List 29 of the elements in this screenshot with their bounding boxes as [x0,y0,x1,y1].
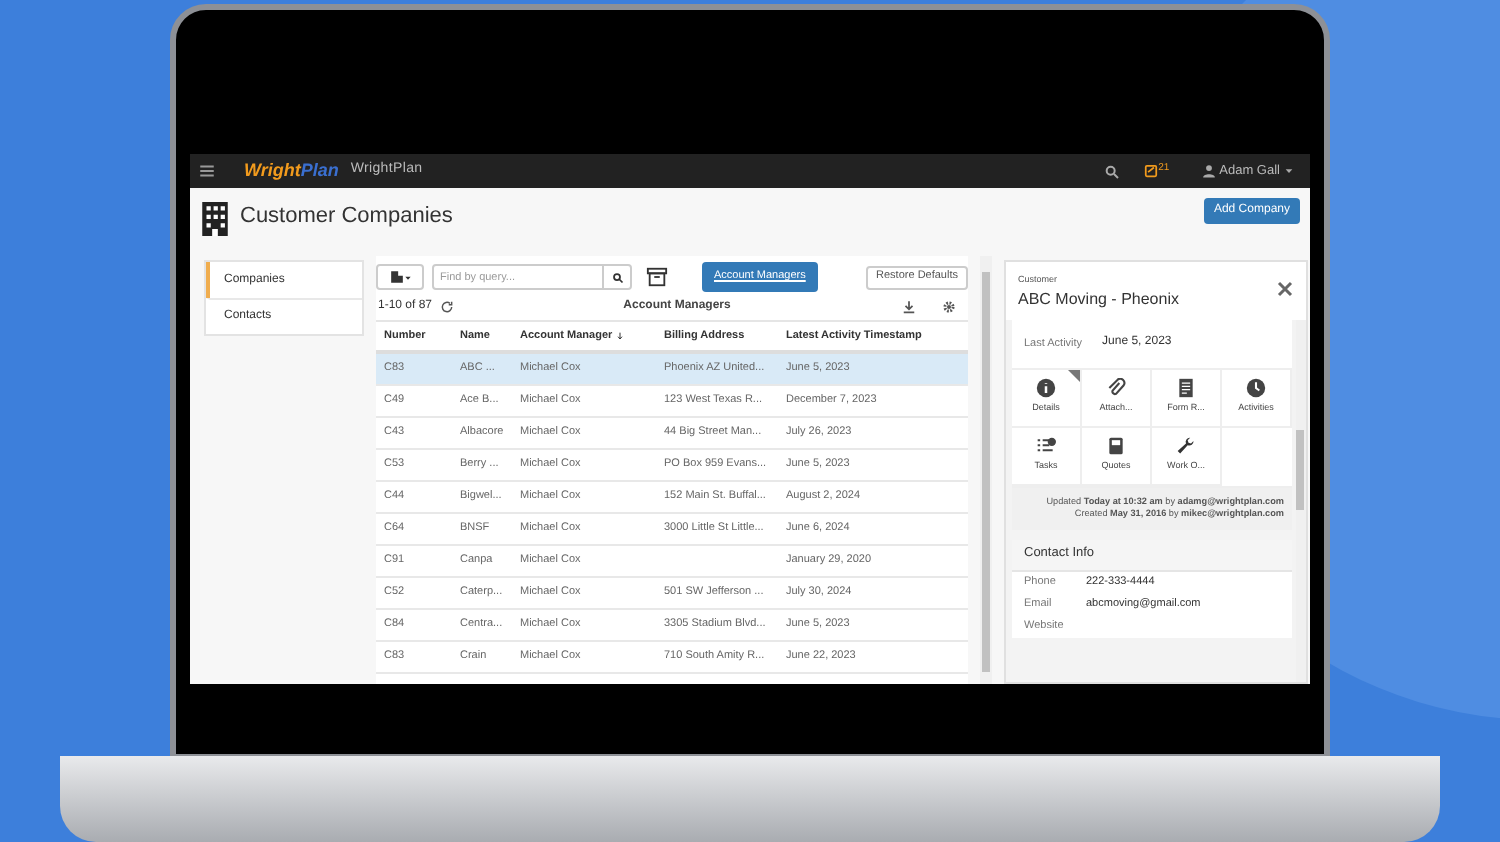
clip-icon [1106,378,1126,399]
sort-arrow-icon[interactable] [616,330,625,342]
building-icon [198,196,232,242]
notepad-icon[interactable] [1144,164,1159,178]
page-title: Customer Companies [240,202,453,232]
form-icon [1176,378,1196,399]
building-icon [389,270,403,284]
tasks-icon [1036,436,1056,457]
logo: WrightPlan [244,157,339,184]
search-icon [611,271,623,283]
person-icon[interactable] [1201,164,1216,178]
refresh-icon[interactable] [440,300,455,314]
corner-marker [1068,369,1080,382]
scrollbar[interactable] [980,256,992,684]
building-dropdown-button[interactable] [376,264,424,290]
caret-icon [403,273,411,281]
clock-icon [1246,378,1266,399]
gear-icon[interactable] [942,300,956,314]
panel-title: ABC Moving - Pheonix [1018,287,1181,312]
search-icon[interactable] [1104,163,1121,179]
search-button[interactable] [604,264,632,290]
archive-box-icon[interactable] [646,266,668,288]
close-icon[interactable] [1276,280,1294,298]
info-icon [1036,378,1056,399]
download-icon[interactable] [900,300,918,314]
caret-icon[interactable] [1284,166,1294,176]
wrench-icon [1176,436,1196,457]
book-icon [1106,436,1126,457]
menu-icon[interactable] [198,162,216,180]
